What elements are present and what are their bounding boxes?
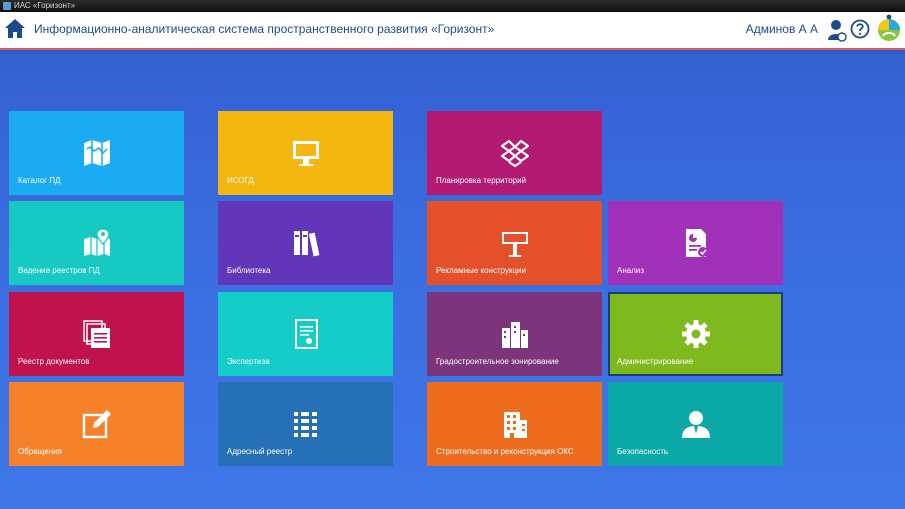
- tile-registry-pd[interactable]: Ведение реестров ПД: [9, 201, 184, 285]
- app-title: Информационно-аналитическая система прос…: [34, 22, 495, 36]
- tile-label: Библиотека: [227, 266, 271, 275]
- map-pin-icon: [83, 228, 110, 256]
- tile-document-registry[interactable]: Реестр документов: [9, 292, 184, 376]
- tile-label: Строительство и реконструкция ОКС: [436, 447, 574, 456]
- office-building-icon: [503, 412, 527, 438]
- tile-address-registry[interactable]: Адресный реестр: [218, 382, 393, 466]
- dropbox-icon: [500, 139, 529, 168]
- help-icon[interactable]: [850, 19, 870, 39]
- tile-label: Анализ: [617, 266, 645, 275]
- certificate-icon: [294, 319, 318, 349]
- tile-label: Экспертиза: [227, 357, 270, 366]
- tile-expertise[interactable]: Экспертиза: [218, 292, 393, 376]
- tile-territory-planning[interactable]: Планировка территорий: [427, 111, 602, 195]
- tile-label: ИСОГД: [227, 176, 254, 185]
- tile-library[interactable]: Библиотека: [218, 201, 393, 285]
- tile-appeals[interactable]: Обращения: [9, 382, 184, 466]
- documents-icon: [82, 320, 110, 348]
- tile-construction[interactable]: Строительство и реконструкция ОКС: [427, 382, 602, 466]
- tile-administration[interactable]: Администрирование: [608, 292, 783, 376]
- tile-label: Реестр документов: [18, 357, 90, 366]
- buildings-icon: [501, 322, 528, 348]
- app-header: Информационно-аналитическая система прос…: [0, 12, 905, 48]
- window-titlebar: ИАС «Горизонт»: [0, 0, 905, 12]
- window-title: ИАС «Горизонт»: [14, 1, 76, 10]
- tile-label: Безопасность: [617, 447, 669, 456]
- tile-label: Ведение реестров ПД: [18, 266, 100, 275]
- tile-label: Адресный реестр: [227, 447, 293, 456]
- tile-analysis[interactable]: Анализ: [608, 201, 783, 285]
- tile-label: Планировка территорий: [436, 176, 527, 185]
- home-icon[interactable]: [4, 17, 26, 41]
- gear-icon: [681, 320, 710, 348]
- tile-catalog-pd[interactable]: Каталог ПД: [9, 111, 184, 195]
- monitor-icon: [292, 141, 319, 166]
- edit-icon: [82, 410, 111, 439]
- tile-label: Каталог ПД: [18, 176, 61, 185]
- app-window-icon: [3, 2, 11, 10]
- tile-security[interactable]: Безопасность: [608, 382, 783, 466]
- map-icon: [83, 140, 110, 166]
- tile-urban-zoning[interactable]: Градостроительное зонирование: [427, 292, 602, 376]
- tile-label: Администрирование: [617, 357, 694, 366]
- report-icon: [685, 229, 708, 257]
- horizon-logo: [878, 14, 900, 41]
- user-profile-icon[interactable]: [827, 18, 847, 42]
- list-icon: [293, 412, 317, 437]
- billboard-icon: [501, 232, 528, 257]
- tile-label: Обращения: [18, 447, 62, 456]
- tile-label: Рекламные конструкции: [436, 266, 526, 275]
- user-icon: [681, 411, 710, 438]
- books-icon: [293, 231, 319, 257]
- tile-label: Градостроительное зонирование: [436, 357, 559, 366]
- tile-isogd[interactable]: ИСОГД: [218, 111, 393, 195]
- tile-advertising[interactable]: Рекламные конструкции: [427, 201, 602, 285]
- user-name[interactable]: Админов А А: [746, 22, 818, 36]
